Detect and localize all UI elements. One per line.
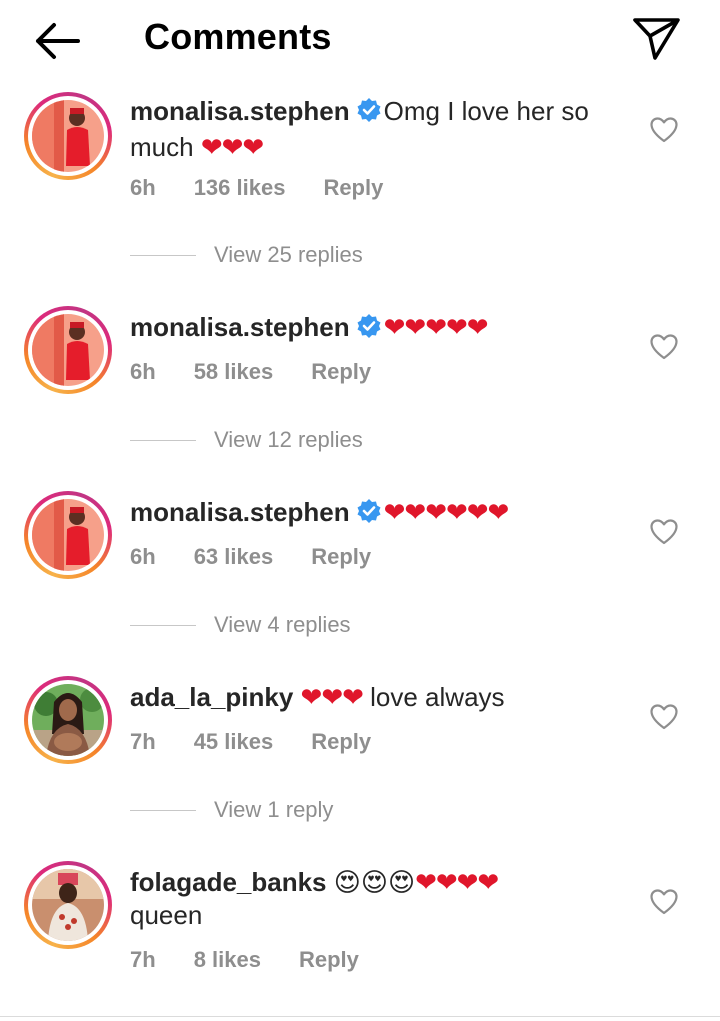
avatar[interactable]	[24, 92, 112, 180]
comment-time: 7h	[130, 729, 156, 754]
replies-divider	[130, 255, 196, 256]
view-replies-label: View 4 replies	[214, 612, 351, 637]
comment-meta: 7h 45 likes Reply	[130, 729, 409, 755]
like-button[interactable]	[650, 334, 678, 360]
replies-divider	[130, 625, 196, 626]
comment-time: 6h	[130, 359, 156, 384]
avatar[interactable]	[24, 861, 112, 949]
heart-emojis: ❤❤❤	[200, 132, 264, 162]
avatar[interactable]	[24, 306, 112, 394]
comment-likes[interactable]: 45 likes	[194, 729, 274, 754]
heart-outline-icon	[650, 889, 678, 915]
comment-username[interactable]: monalisa.stephen	[130, 312, 350, 342]
page-title: Comments	[144, 16, 332, 57]
reply-button[interactable]: Reply	[311, 359, 371, 384]
reply-button[interactable]: Reply	[299, 947, 359, 972]
paper-plane-icon	[633, 18, 680, 60]
like-button[interactable]	[650, 117, 678, 143]
comment-username[interactable]: folagade_banks	[130, 867, 327, 897]
comment-time: 6h	[130, 175, 156, 200]
view-replies-label: View 1 reply	[214, 797, 334, 822]
heart-eyes-emojis: 😍😍😍	[333, 867, 416, 897]
avatar[interactable]	[24, 676, 112, 764]
comment-time: 7h	[130, 947, 156, 972]
heart-outline-icon	[650, 704, 678, 730]
comment-meta: 6h 136 likes Reply	[130, 175, 421, 201]
back-arrow-icon	[36, 23, 80, 59]
comment-meta: 6h 58 likes Reply	[130, 359, 409, 385]
comment-meta: 6h 63 likes Reply	[130, 544, 409, 570]
comment-likes[interactable]: 63 likes	[194, 544, 274, 569]
comment-text: ada_la_pinky ❤❤❤ love always	[130, 681, 630, 714]
like-button[interactable]	[650, 519, 678, 545]
bottom-divider	[0, 1016, 720, 1017]
top-bar: Comments	[0, 0, 720, 82]
verified-badge-icon	[356, 97, 382, 131]
comment-username[interactable]: monalisa.stephen	[130, 497, 350, 527]
comment-message: love always	[370, 682, 505, 712]
view-replies-label: View 12 replies	[214, 427, 363, 452]
replies-divider	[130, 810, 196, 811]
comment-username[interactable]: ada_la_pinky	[130, 682, 293, 712]
comment-likes[interactable]: 58 likes	[194, 359, 274, 384]
verified-badge-icon	[356, 498, 382, 532]
verified-badge-icon	[356, 313, 382, 347]
heart-emojis: ❤❤❤❤	[415, 867, 499, 897]
comment-username[interactable]: monalisa.stephen	[130, 96, 350, 126]
like-button[interactable]	[650, 889, 678, 915]
replies-divider	[130, 440, 196, 441]
back-button[interactable]	[26, 18, 86, 64]
comment-likes[interactable]: 136 likes	[194, 175, 286, 200]
view-replies-label: View 25 replies	[214, 242, 363, 267]
heart-emojis: ❤❤❤❤❤❤	[383, 497, 510, 527]
heart-emojis: ❤❤❤❤❤	[383, 312, 489, 342]
comment-meta: 7h 8 likes Reply	[130, 947, 397, 973]
reply-button[interactable]: Reply	[311, 729, 371, 754]
comment-time: 6h	[130, 544, 156, 569]
reply-button[interactable]: Reply	[323, 175, 383, 200]
heart-emojis: ❤❤❤	[300, 682, 364, 712]
comment-text: monalisa.stephen Omg I love her so much ❤…	[130, 95, 630, 164]
comment-text: monalisa.stephen ❤❤❤❤❤	[130, 311, 630, 347]
heart-outline-icon	[650, 519, 678, 545]
comment-likes[interactable]: 8 likes	[194, 947, 261, 972]
comment-message: queen	[130, 900, 203, 930]
avatar[interactable]	[24, 491, 112, 579]
comment-text: monalisa.stephen ❤❤❤❤❤❤	[130, 496, 630, 532]
share-button[interactable]	[628, 12, 684, 64]
like-button[interactable]	[650, 704, 678, 730]
comment-text: folagade_banks 😍😍😍❤❤❤❤ queen	[130, 866, 630, 932]
heart-outline-icon	[650, 334, 678, 360]
reply-button[interactable]: Reply	[311, 544, 371, 569]
heart-outline-icon	[650, 117, 678, 143]
